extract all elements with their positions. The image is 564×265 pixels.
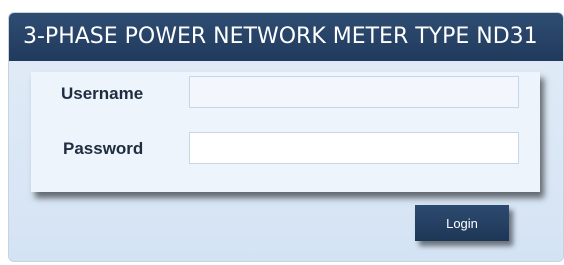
login-form: Username Password — [31, 72, 540, 192]
username-label: Username — [61, 84, 144, 103]
password-input[interactable] — [189, 132, 519, 164]
login-panel: 3-PHASE POWER NETWORK METER TYPE ND31 Us… — [8, 12, 564, 262]
password-label: Password — [63, 139, 144, 158]
page-title: 3-PHASE POWER NETWORK METER TYPE ND31 — [9, 13, 563, 61]
username-input[interactable] — [189, 76, 519, 108]
login-button[interactable]: Login — [415, 205, 509, 241]
